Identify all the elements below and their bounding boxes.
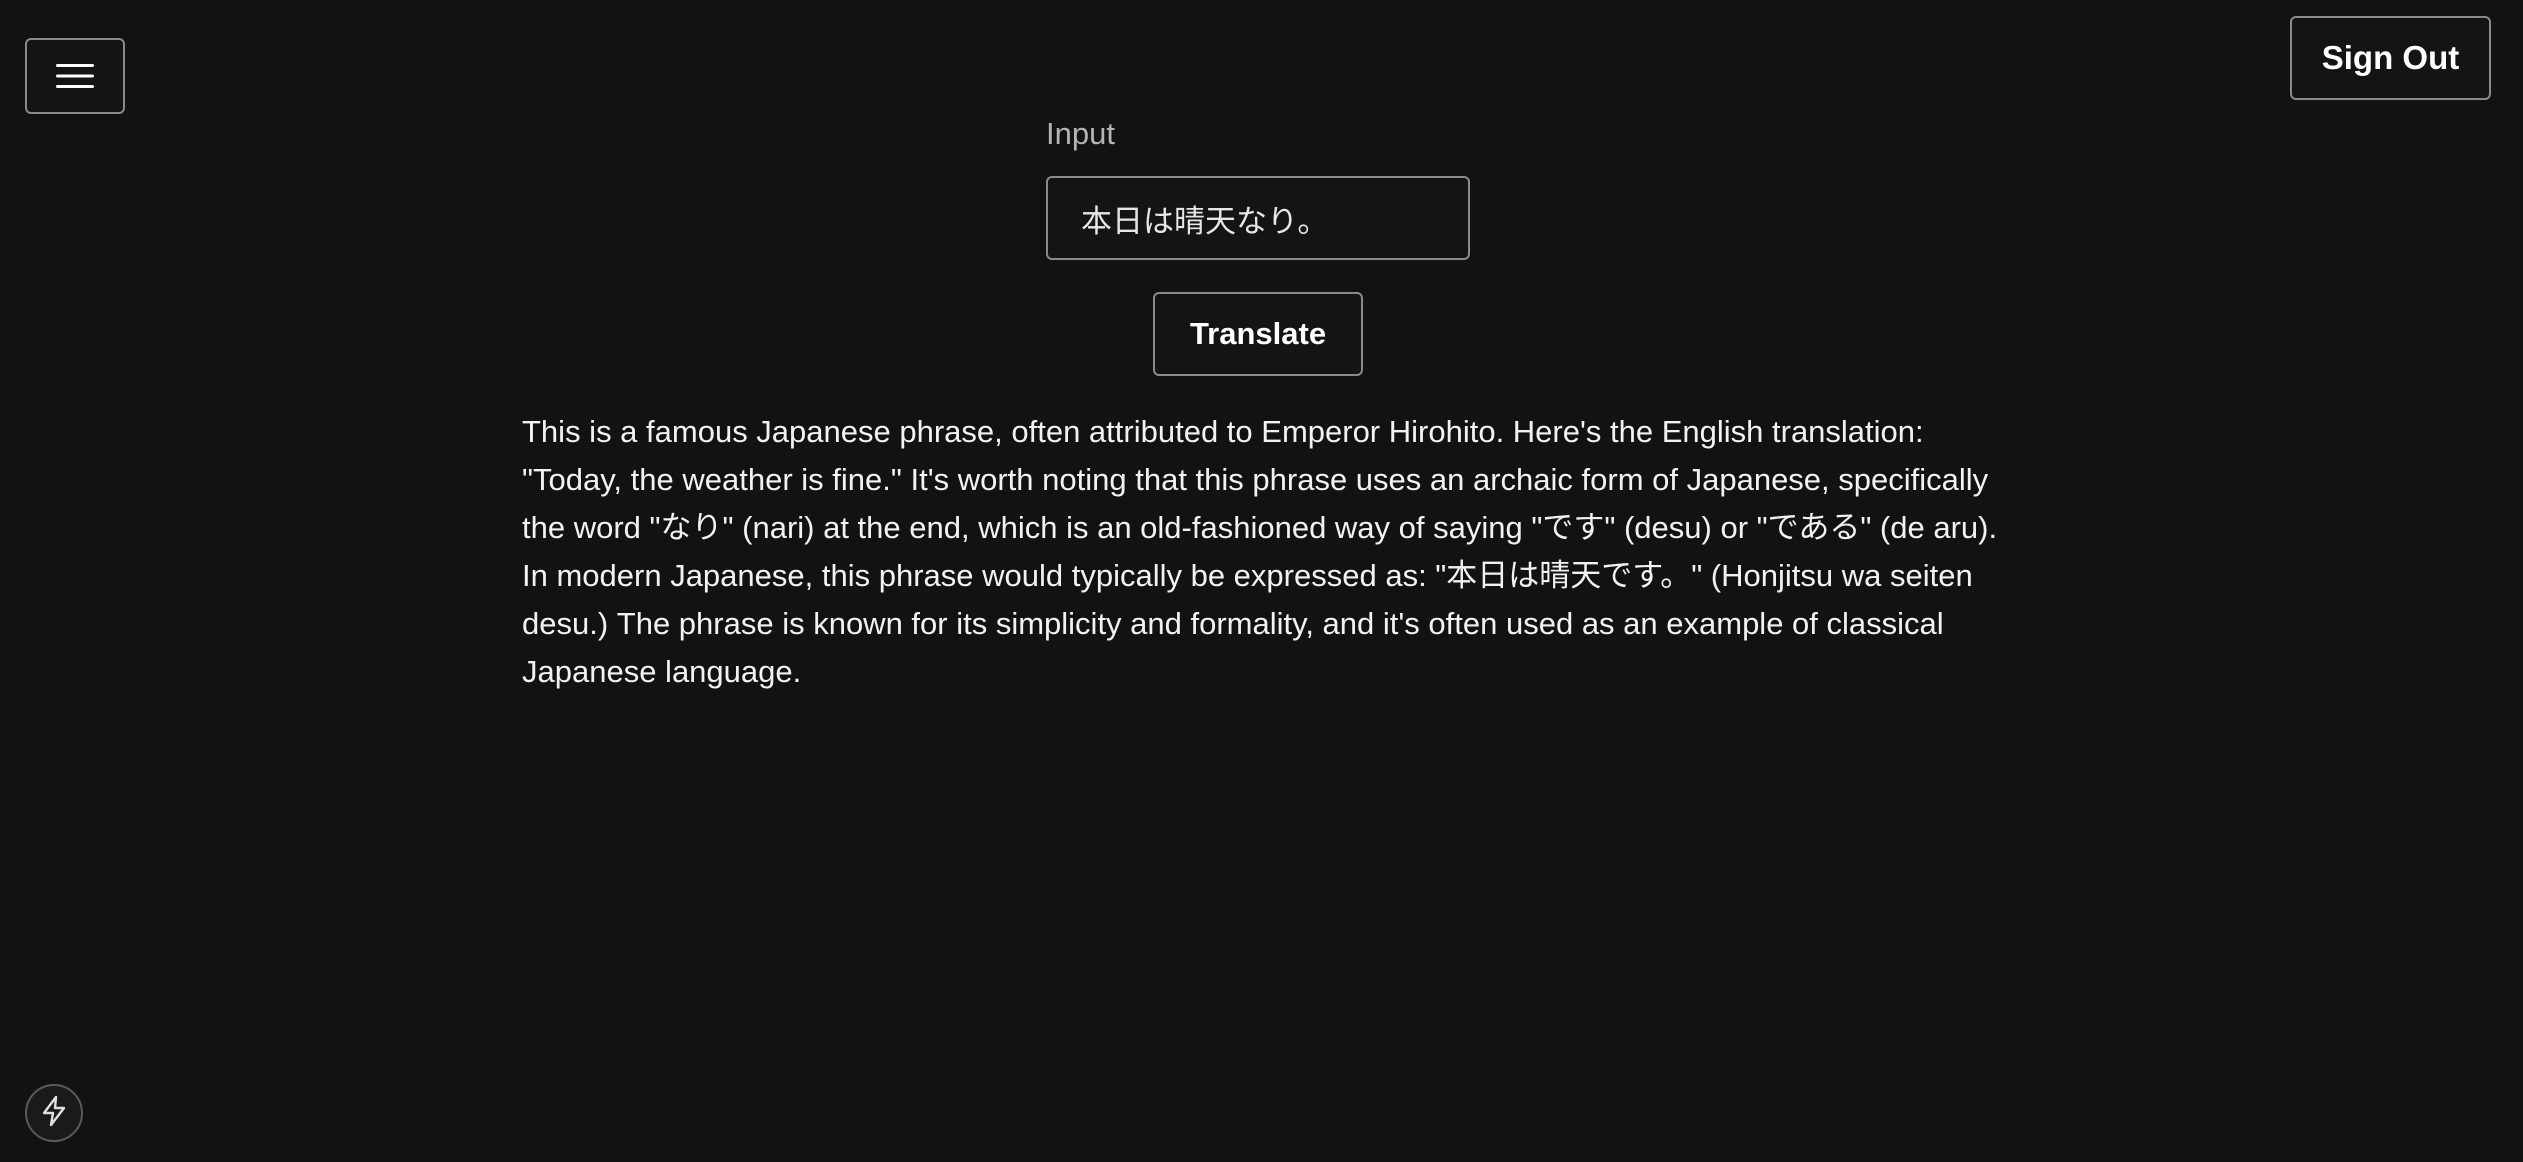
- menu-button[interactable]: [25, 38, 125, 114]
- hamburger-menu-icon: [56, 62, 94, 90]
- sign-out-button[interactable]: Sign Out: [2290, 16, 2491, 100]
- translate-button[interactable]: Translate: [1153, 292, 1363, 376]
- lightning-bolt-icon: [40, 1095, 68, 1132]
- bolt-button[interactable]: [25, 1084, 83, 1142]
- translation-output: This is a famous Japanese phrase, often …: [522, 414, 1998, 689]
- input-label: Input: [1046, 116, 1115, 151]
- input-field[interactable]: [1046, 176, 1470, 260]
